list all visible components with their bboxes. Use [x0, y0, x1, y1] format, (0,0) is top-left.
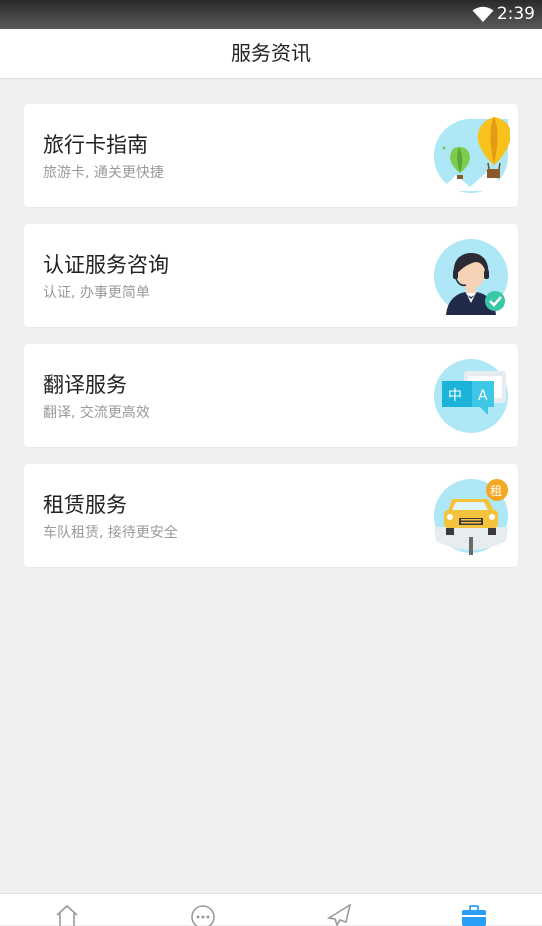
svg-text:中: 中 [448, 388, 462, 404]
service-subtitle: 旅游卡, 通关更快捷 [43, 165, 164, 181]
status-time: 2:39 [496, 4, 535, 24]
service-title: 租赁服务 [43, 493, 127, 517]
service-subtitle: 翻译, 交流更高效 [43, 405, 150, 421]
tab-services[interactable] [461, 904, 487, 926]
service-title: 认证服务咨询 [43, 253, 169, 277]
service-list: 旅行卡指南 旅游卡, 通关更快捷 认证服务咨询 认证, 办事更简单 翻译服务 翻… [24, 104, 518, 584]
page-title: 服务资讯 [231, 41, 311, 65]
rental-car-icon: 租 [432, 477, 510, 555]
service-title: 旅行卡指南 [43, 133, 148, 157]
home-icon [54, 904, 80, 926]
service-card-travel-card[interactable]: 旅行卡指南 旅游卡, 通关更快捷 [24, 104, 518, 207]
svg-text:租: 租 [490, 484, 502, 498]
airplane-icon [326, 904, 352, 926]
translate-icon: 中 A [432, 357, 510, 435]
briefcase-icon [461, 904, 487, 926]
tab-messages[interactable] [190, 904, 216, 926]
service-card-certification[interactable]: 认证服务咨询 认证, 办事更简单 [24, 224, 518, 327]
svg-text:A: A [478, 388, 488, 404]
wifi-icon [472, 6, 494, 23]
bottom-tab-bar [0, 893, 542, 926]
service-card-translation[interactable]: 翻译服务 翻译, 交流更高效 中 A [24, 344, 518, 447]
status-bar: 2:39 [0, 0, 542, 29]
service-subtitle: 车队租赁, 接待更安全 [43, 525, 178, 541]
service-title: 翻译服务 [43, 373, 127, 397]
service-subtitle: 认证, 办事更简单 [43, 285, 150, 301]
hot-air-balloon-icon [432, 117, 511, 195]
tab-home[interactable] [54, 904, 80, 926]
service-card-rental[interactable]: 租赁服务 车队租赁, 接待更安全 租 [24, 464, 518, 567]
chat-bubble-icon [190, 904, 216, 926]
header: 服务资讯 [0, 29, 542, 79]
tab-travel[interactable] [326, 904, 352, 926]
customer-service-agent-icon [432, 237, 510, 315]
